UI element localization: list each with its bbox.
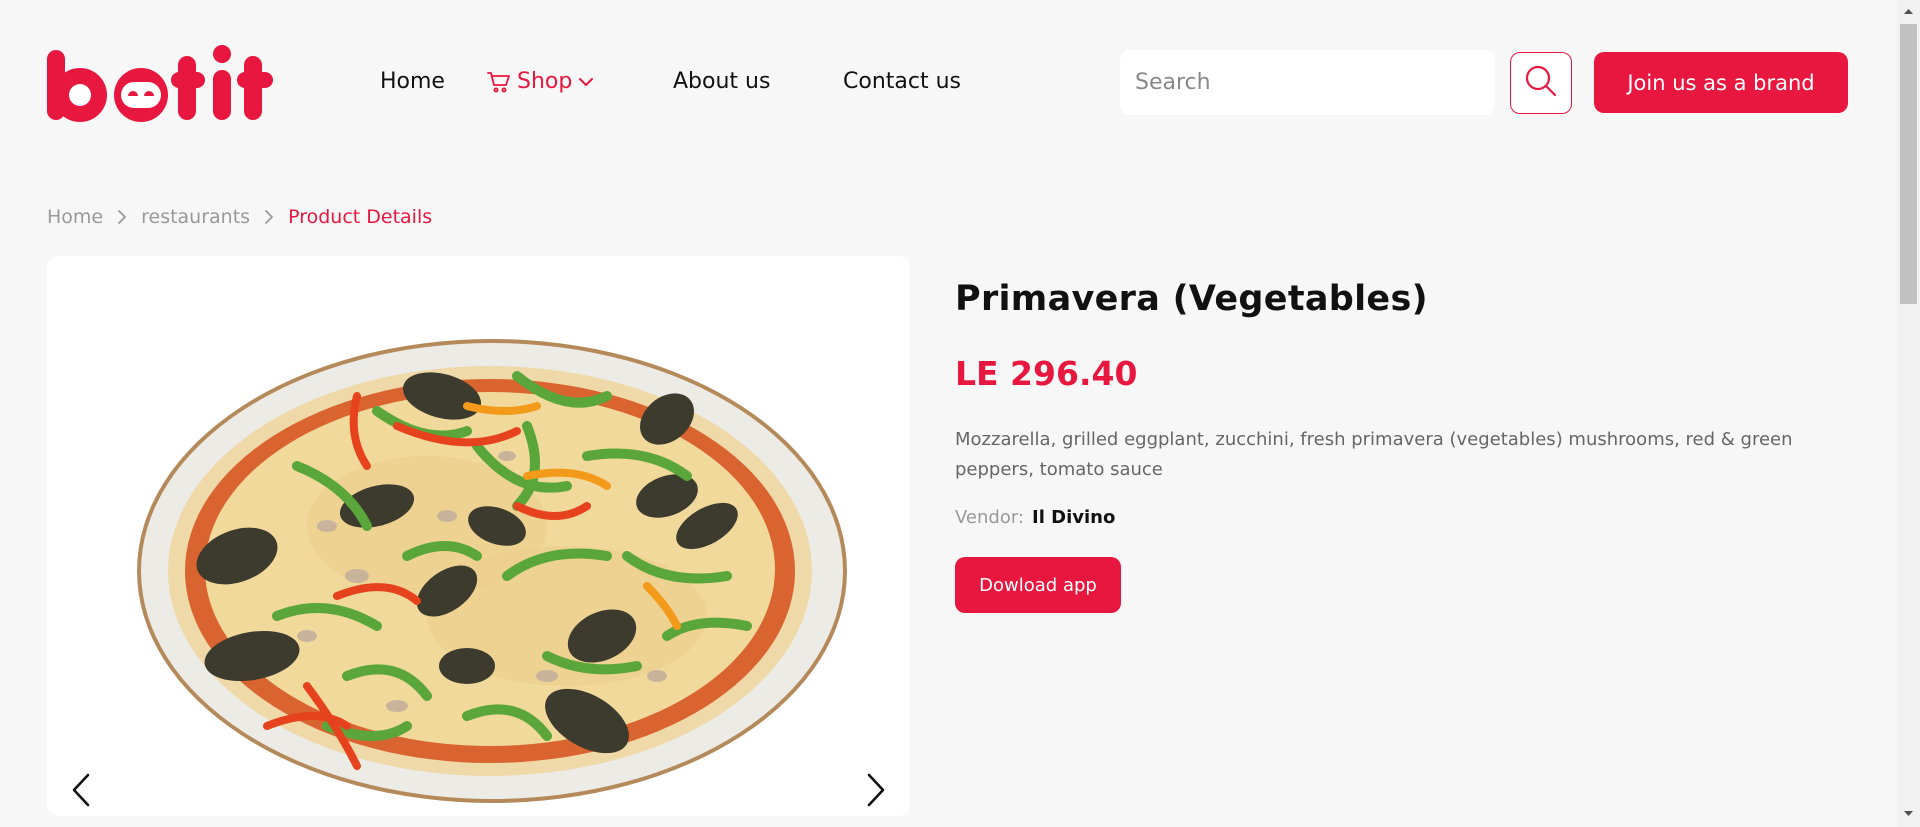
chevron-right-icon	[866, 773, 886, 811]
search-icon	[1524, 64, 1558, 102]
page-scrollbar[interactable]	[1897, 0, 1920, 827]
vendor-label: Vendor:	[955, 507, 1024, 528]
nav-home[interactable]: Home	[380, 68, 445, 96]
product-price: LE 296.40	[955, 354, 1138, 393]
chevron-down-icon	[578, 76, 594, 88]
nav-shop[interactable]: Shop	[487, 68, 594, 96]
nav-contact[interactable]: Contact us	[843, 68, 961, 96]
product-description: Mozzarella, grilled eggplant, zucchini, …	[955, 429, 1793, 480]
breadcrumb-home[interactable]: Home	[47, 206, 103, 228]
nav-about[interactable]: About us	[673, 68, 770, 96]
search-button[interactable]	[1510, 52, 1572, 114]
chevron-right-icon	[117, 209, 127, 225]
gallery-next-button[interactable]	[856, 768, 896, 816]
scrollbar-thumb[interactable]	[1900, 24, 1917, 304]
download-app-button[interactable]: Dowload app	[955, 557, 1121, 613]
breadcrumb-restaurants[interactable]: restaurants	[141, 206, 250, 228]
scroll-up-arrow-icon[interactable]	[1903, 6, 1914, 17]
breadcrumb: Home restaurants Product Details	[47, 206, 432, 228]
breadcrumb-current: Product Details	[288, 206, 433, 228]
botit-logo[interactable]	[47, 44, 275, 122]
vendor-info: Vendor: Il Divino	[955, 507, 1115, 528]
product-image	[137, 339, 847, 803]
product-image-gallery	[47, 256, 910, 816]
gallery-prev-button[interactable]	[61, 768, 101, 816]
vendor-name[interactable]: Il Divino	[1032, 507, 1115, 528]
scroll-down-arrow-icon[interactable]	[1903, 808, 1914, 819]
chevron-right-icon	[264, 209, 274, 225]
join-as-brand-button[interactable]: Join us as a brand	[1594, 52, 1848, 113]
chevron-left-icon	[71, 773, 91, 811]
site-header: Home Shop About us Contact us Join us as…	[0, 0, 1897, 165]
nav-shop-label: Shop	[517, 69, 573, 94]
search-input[interactable]	[1120, 50, 1495, 115]
product-title: Primavera (Vegetables)	[955, 279, 1428, 319]
cart-icon	[487, 71, 511, 93]
